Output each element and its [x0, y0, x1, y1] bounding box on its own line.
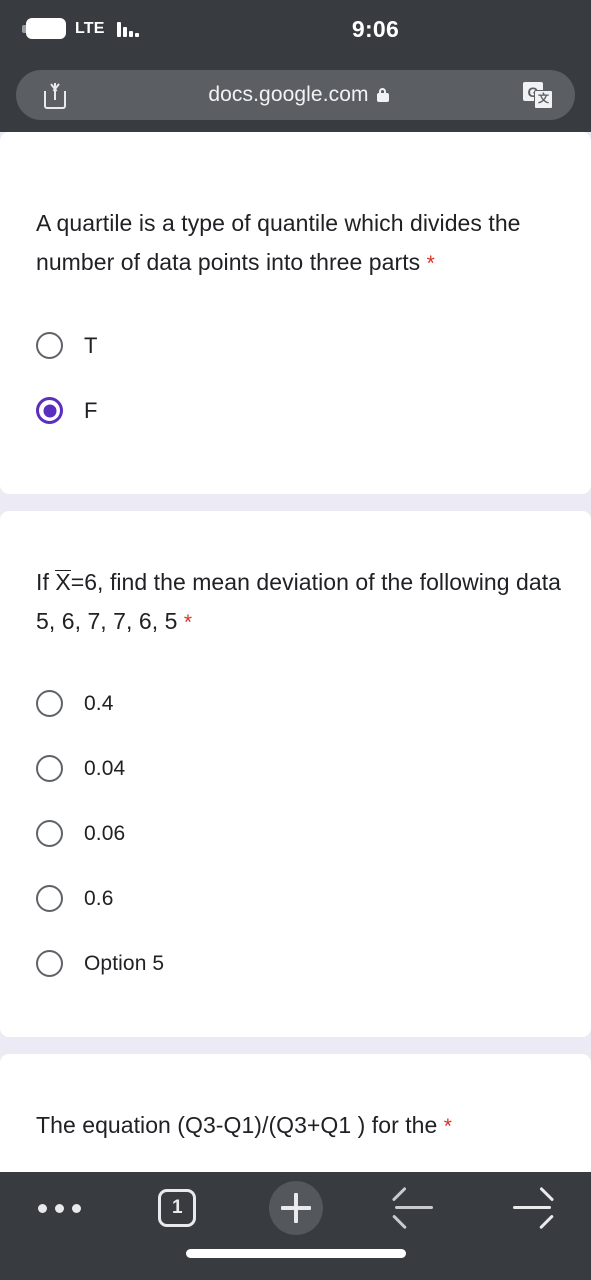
option-label: F	[84, 397, 98, 423]
browser-url-bar-container: docs.google.com G 文	[0, 66, 591, 132]
lock-icon	[376, 88, 389, 102]
question-2-text: If X=6, find the mean deviation of the f…	[36, 569, 561, 634]
status-bar: LTE 9:06	[0, 0, 591, 66]
share-icon[interactable]	[40, 80, 70, 110]
option-label: 0.6	[84, 886, 114, 910]
url-text: docs.google.com	[208, 83, 369, 106]
question-1-text: A quartile is a type of quantile which d…	[36, 210, 521, 275]
question-3-text: The equation (Q3-Q1)/(Q3+Q1 ) for the *	[36, 1112, 453, 1138]
option-label: 0.06	[84, 821, 126, 845]
radio-button-selected[interactable]	[36, 397, 63, 424]
plus-icon	[268, 1181, 323, 1235]
arrow-left-icon	[391, 1186, 436, 1230]
question-1-option-0[interactable]: T	[0, 332, 591, 359]
back-button[interactable]	[355, 1172, 473, 1244]
required-asterisk: *	[443, 1115, 453, 1138]
radio-button[interactable]	[36, 820, 63, 847]
url-display[interactable]: docs.google.com	[16, 83, 575, 107]
new-tab-button[interactable]	[236, 1172, 354, 1244]
arrow-right-icon	[510, 1186, 555, 1230]
radio-button[interactable]	[36, 755, 63, 782]
tab-count-button[interactable]: 1	[118, 1172, 236, 1244]
question-card-1: A quartile is a type of quantile which d…	[0, 132, 591, 494]
required-asterisk: *	[183, 611, 193, 634]
phone-screen: LTE 9:06 docs.google.com G 文 A quartile …	[0, 0, 591, 1280]
google-translate-icon[interactable]: G 文	[523, 82, 553, 109]
forward-button[interactable]	[473, 1172, 591, 1244]
toolbar-buttons-row: 1	[0, 1172, 591, 1244]
x-bar-symbol: X	[55, 569, 71, 595]
radio-button[interactable]	[36, 332, 63, 359]
google-form-body: A quartile is a type of quantile which d…	[0, 132, 591, 1280]
home-indicator[interactable]	[185, 1249, 406, 1258]
translate-glyph-cjk: 文	[534, 90, 553, 109]
question-2-option-1[interactable]: 0.04	[0, 755, 591, 782]
option-label: T	[84, 332, 98, 358]
required-asterisk: *	[426, 252, 435, 275]
menu-button[interactable]	[0, 1172, 118, 1244]
question-2-option-4[interactable]: Option 5	[0, 950, 591, 977]
question-1-option-1[interactable]: F	[0, 397, 591, 424]
question-card-2: If X=6, find the mean deviation of the f…	[0, 511, 591, 1037]
question-2-option-0[interactable]: 0.4	[0, 690, 591, 717]
question-2-option-2[interactable]: 0.06	[0, 820, 591, 847]
url-bar[interactable]: docs.google.com G 文	[16, 70, 575, 120]
question-2-option-3[interactable]: 0.6	[0, 885, 591, 912]
menu-dots-icon	[37, 1203, 81, 1213]
status-bar-clock: 9:06	[351, 16, 400, 42]
browser-bottom-toolbar: 1	[0, 1172, 591, 1280]
option-label: 0.04	[84, 756, 126, 780]
radio-button[interactable]	[36, 885, 63, 912]
radio-button[interactable]	[36, 950, 63, 977]
tab-count-icon: 1	[158, 1189, 197, 1227]
option-label: Option 5	[84, 951, 165, 975]
option-label: 0.4	[84, 691, 114, 715]
radio-button[interactable]	[36, 690, 63, 717]
